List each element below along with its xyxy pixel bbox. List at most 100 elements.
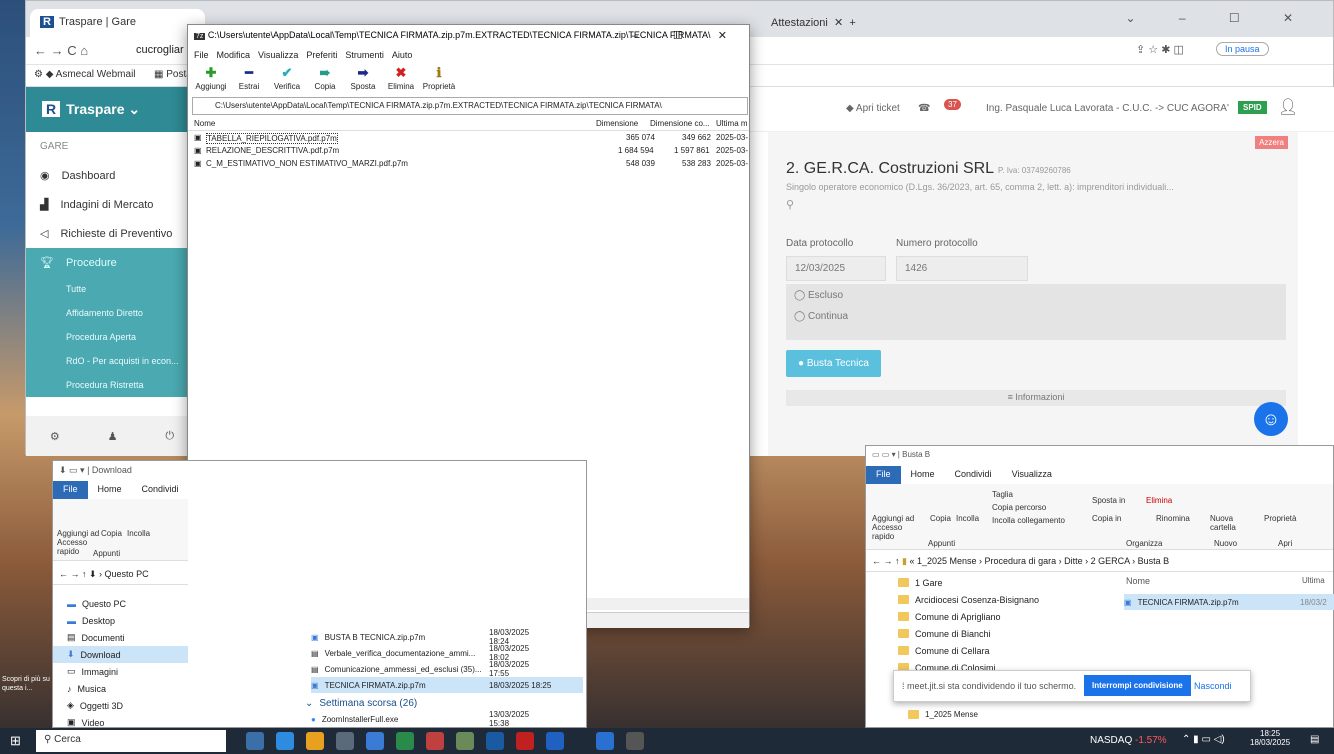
col-date[interactable]: Ultima [1302, 576, 1325, 585]
app-icon[interactable] [546, 732, 564, 750]
app-icon[interactable] [426, 732, 444, 750]
stop-sharing-button[interactable]: Interrompi condivisione [1084, 675, 1191, 696]
tree-item[interactable]: Comune di Cellara [884, 642, 1104, 659]
paste-link-button[interactable]: Incolla collegamento [992, 516, 1065, 525]
verify-button[interactable]: ✔ Verifica [270, 65, 304, 97]
zip-row[interactable]: ▣ TABELLA_RIEPILOGATIVA.pdf.p7m 365 074 349… [188, 133, 749, 145]
power-icon[interactable]: ⏻ [165, 430, 174, 443]
menu-strumenti[interactable]: Strumenti [345, 50, 384, 62]
menu-visualizza[interactable]: Visualizza [258, 50, 298, 62]
tree-item[interactable]: ⬇ Download [53, 646, 188, 663]
rename-button[interactable]: Rinomina [1156, 514, 1190, 523]
sidebar-item-indagini[interactable]: ▟ Indagini di Mercato [26, 190, 198, 219]
extract-button[interactable]: ━ Estrai [232, 65, 266, 97]
url-field[interactable]: cucrogliar [136, 44, 184, 56]
7zip-taskbar-icon[interactable] [626, 732, 644, 750]
col-nome[interactable]: Nome [194, 119, 215, 128]
7zip-window-controls[interactable]: – ☐ ✕ [632, 29, 743, 42]
list-item[interactable]: ▤ Verbale_verifica_documentazione_ammi...… [311, 644, 529, 662]
delete-button[interactable]: ✖ Elimina [384, 65, 418, 97]
tree-item[interactable]: 1_2025 Mense [894, 706, 978, 723]
ticket-link[interactable]: ◆ Apri ticket [846, 103, 900, 114]
phone-icon[interactable]: ☎ [918, 103, 930, 114]
tab-file[interactable]: File [53, 481, 88, 499]
assistant-avatar[interactable]: ☺ [1254, 402, 1288, 436]
menu-aiuto[interactable]: Aiuto [392, 50, 413, 62]
sidebar-item-preventivo[interactable]: ◁ Richieste di Preventivo [26, 219, 198, 248]
paste-button[interactable]: Incolla [956, 514, 979, 523]
copy-button[interactable]: ➠ Copia [308, 65, 342, 97]
breadcrumb[interactable]: « 1_2025 Mense › Procedura di gara › Dit… [909, 556, 1169, 566]
num-field[interactable]: 1426 [896, 256, 1028, 281]
tree-item[interactable]: ▭ Immagini [53, 663, 188, 680]
col-nome[interactable]: Nome [1126, 576, 1150, 586]
date-field[interactable]: 12/03/2025 [786, 256, 886, 281]
group-header[interactable]: ⌄ Settimana scorsa (26) [305, 695, 417, 711]
sidebar-subitem[interactable]: Procedura Aperta [26, 325, 198, 349]
user-name[interactable]: Ing. Pasquale Luca Lavorata - C.U.C. -> … [986, 103, 1229, 114]
menu-file[interactable]: File [194, 50, 209, 62]
brand[interactable]: R Traspare ⌄ [26, 87, 198, 132]
app-icon[interactable] [486, 732, 504, 750]
7zip-path[interactable]: C:\Users\utente\AppData\Local\Temp\TECNI… [192, 97, 748, 115]
windows-start-icon[interactable]: ⊞ [10, 733, 21, 749]
move-to-button[interactable]: Sposta in [1092, 496, 1125, 505]
busta-tecnica-button[interactable]: ● Busta Tecnica [786, 350, 881, 377]
tab-home[interactable]: Home [901, 466, 945, 484]
paste-button[interactable]: Incolla [127, 529, 150, 538]
copy-button[interactable]: Copia [930, 514, 951, 523]
tab-visualizza[interactable]: Visualizza [1002, 466, 1062, 484]
notifications-icon[interactable]: ▤ [1310, 734, 1319, 745]
list-item[interactable]: ▣ TECNICA FIRMATA.zip.p7m 18/03/2 [1124, 594, 1334, 610]
chrome-icon[interactable] [306, 732, 324, 750]
edge-icon[interactable] [276, 732, 294, 750]
sidebar-item-dashboard[interactable]: ◉ Dashboard [26, 161, 198, 190]
opt-continua[interactable]: ◯ Continua [786, 307, 1286, 326]
tree-item[interactable]: ▤ Documenti [53, 629, 188, 646]
avatar-icon[interactable]: 👤︎ [1278, 97, 1298, 117]
app-icon[interactable] [246, 732, 264, 750]
zip-row[interactable]: ▣ C_M_ESTIMATIVO_NON ESTIMATIVO_MARZI.pdf… [188, 159, 749, 171]
col-csize[interactable]: Dimensione co... [650, 119, 710, 128]
tree-item[interactable]: ▬ Questo PC [53, 595, 188, 612]
cut-button[interactable]: Taglia [992, 490, 1013, 499]
list-item[interactable]: ▣ BUSTA B TECNICA.zip.p7m 18/03/2025 18:24 [311, 628, 529, 646]
tab-attestazioni[interactable]: Attestazioni ✕ + [761, 9, 881, 37]
tree-item[interactable]: ♪ Musica [53, 680, 188, 697]
toolbar-icons[interactable]: ⇪ ☆ ✱ ◫ [1136, 43, 1184, 56]
tab-condividi[interactable]: Condividi [132, 481, 189, 499]
menu-preferiti[interactable]: Preferiti [306, 50, 337, 62]
list-item[interactable]: ● ZoomInstallerFull.exe 13/03/2025 15:38 [311, 710, 529, 728]
tab-home[interactable]: Home [88, 481, 132, 499]
sidebar-subitem[interactable]: Affidamento Diretto [26, 301, 198, 325]
tree-item[interactable]: ▬ Desktop [53, 612, 188, 629]
copy-path-button[interactable]: Copia percorso [992, 503, 1046, 512]
pdf-icon[interactable] [516, 732, 534, 750]
tree-item[interactable]: Arcidiocesi Cosenza-Bisignano [884, 591, 1104, 608]
menu-modifica[interactable]: Modifica [217, 50, 251, 62]
move-button[interactable]: ➡ Sposta [346, 65, 380, 97]
info-bar[interactable]: ≡ Informazioni [786, 390, 1286, 406]
tray-icons[interactable]: ⌃ ▮ ▭ ◁) [1182, 734, 1225, 745]
nav-location[interactable]: Questo PC [105, 569, 149, 579]
reset-button[interactable]: Azzera [1255, 136, 1288, 149]
sidebar-subitem[interactable]: RdO - Per acquisti in econ... [26, 349, 198, 373]
tree-item[interactable]: Comune di Aprigliano [884, 608, 1104, 625]
col-date[interactable]: Ultima m [716, 119, 748, 128]
app-icon[interactable] [596, 732, 614, 750]
clock[interactable]: 18:25 18/03/2025 [1250, 729, 1290, 747]
app-icon[interactable] [396, 732, 414, 750]
nav-arrows-icon[interactable]: ← → C ⌂ [34, 43, 88, 58]
app-icon[interactable] [366, 732, 384, 750]
sidebar-item-procedure[interactable]: 🏆︎ Procedure [26, 248, 198, 277]
stock-ticker[interactable]: NASDAQ -1.57% [1090, 735, 1167, 746]
list-item[interactable]: ▣ TECNICA FIRMATA.zip.p7m 18/03/2025 18:25 [311, 677, 583, 693]
quick-access-button[interactable]: Aggiungi ad Accesso rapido [872, 514, 922, 541]
app-icon[interactable] [456, 732, 474, 750]
bookmark-webmail[interactable]: ⚙ ◆ Asmecal Webmail [34, 69, 136, 80]
delete-button[interactable]: Elimina [1146, 496, 1172, 505]
profile-paused[interactable]: In pausa [1216, 42, 1269, 56]
tab-condividi[interactable]: Condividi [945, 466, 1002, 484]
user-icon[interactable]: ♟ [108, 430, 118, 443]
calculator-icon[interactable] [336, 732, 354, 750]
